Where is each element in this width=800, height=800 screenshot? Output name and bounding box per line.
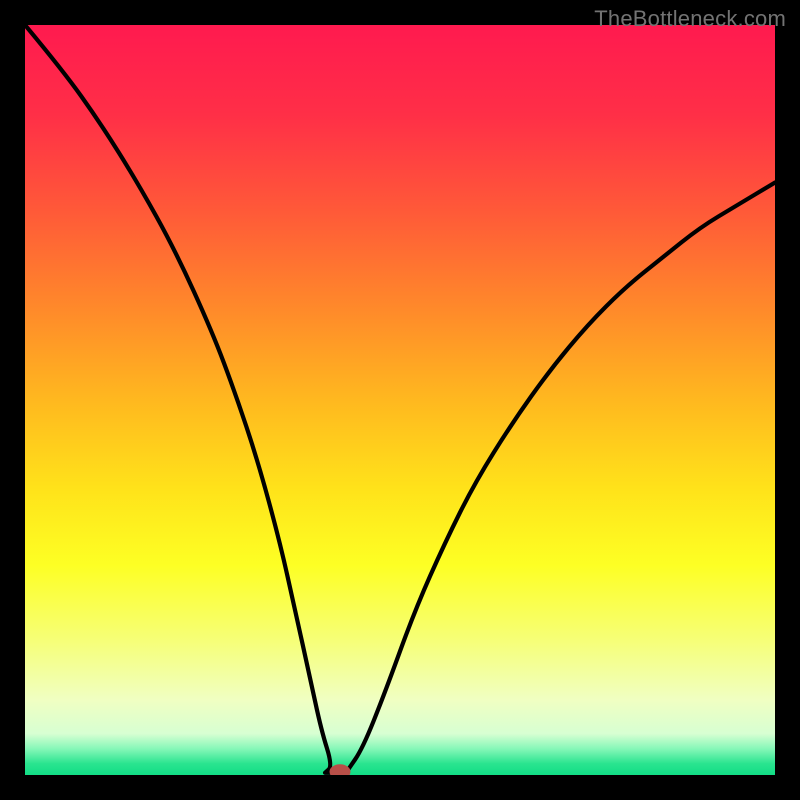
bottleneck-curve	[25, 25, 775, 773]
curve-layer	[25, 25, 775, 775]
chart-frame: TheBottleneck.com	[0, 0, 800, 800]
watermark-text: TheBottleneck.com	[594, 6, 786, 32]
plot-area	[25, 25, 775, 775]
balance-marker	[330, 765, 350, 775]
